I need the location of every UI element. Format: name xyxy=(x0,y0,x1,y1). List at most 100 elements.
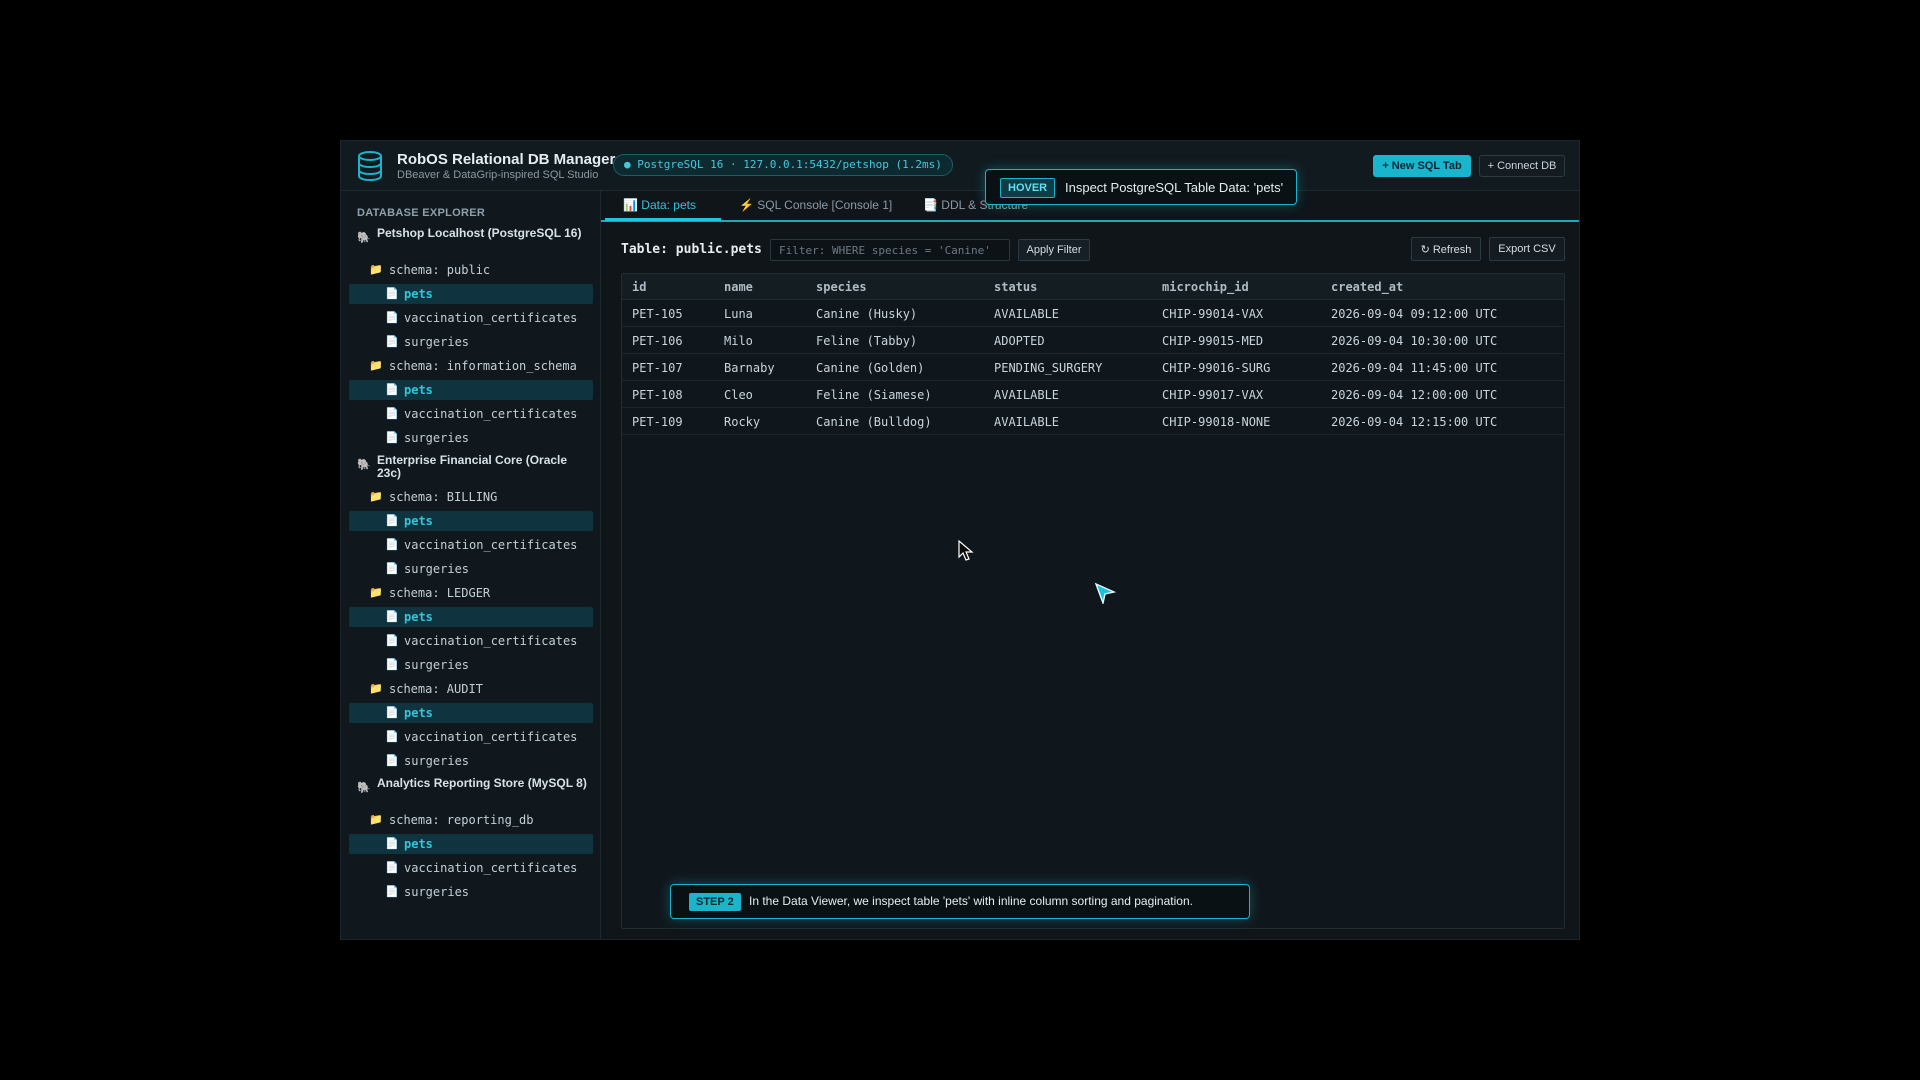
folder-icon: 📁 xyxy=(369,491,383,503)
new-sql-tab-button[interactable]: + New SQL Tab xyxy=(1373,155,1471,177)
cell-created-at[interactable]: 2026-09-04 11:45:00 UTC xyxy=(1331,361,1497,375)
cell-status[interactable]: AVAILABLE xyxy=(994,415,1059,429)
elephant-icon: 🐘 xyxy=(357,232,371,244)
table-node-pets[interactable]: 📄 pets xyxy=(349,607,593,627)
cell-species[interactable]: Feline (Tabby) xyxy=(816,334,917,348)
cell-species[interactable]: Canine (Bulldog) xyxy=(816,415,932,429)
file-icon: 📄 xyxy=(385,707,399,719)
table-node-pets[interactable]: 📄 pets xyxy=(349,380,593,400)
cell-species[interactable]: Canine (Golden) xyxy=(816,361,924,375)
cell-species[interactable]: Canine (Husky) xyxy=(816,307,917,321)
table-label: pets xyxy=(404,514,433,528)
cell-name[interactable]: Cleo xyxy=(724,388,753,402)
lightning-icon: ⚡ xyxy=(739,198,758,212)
cell-created-at[interactable]: 2026-09-04 09:12:00 UTC xyxy=(1331,307,1497,321)
schema-node[interactable]: 📁 schema: LEDGER xyxy=(349,583,593,603)
schema-node[interactable]: 📁 schema: reporting_db xyxy=(349,810,593,830)
table-node-surgeries[interactable]: 📄 surgeries xyxy=(349,882,593,902)
table-node-vaccination-certificates[interactable]: 📄 vaccination_certificates xyxy=(349,727,593,747)
cell-status[interactable]: PENDING_SURGERY xyxy=(994,361,1102,375)
file-icon: 📄 xyxy=(385,288,399,300)
database-icon xyxy=(358,151,382,182)
table-label: surgeries xyxy=(404,431,470,445)
table-row[interactable]: PET-108 Cleo Feline (Siamese) AVAILABLE CHIP… xyxy=(622,381,1564,408)
column-header-id[interactable]: id xyxy=(632,280,646,294)
table-row[interactable]: PET-107 Barnaby Canine (Golden) PENDING_SUR… xyxy=(622,354,1564,381)
column-header-created-at[interactable]: created_at xyxy=(1331,280,1403,294)
table-name-label: Table: public.pets xyxy=(621,242,762,257)
cell-created-at[interactable]: 2026-09-04 10:30:00 UTC xyxy=(1331,334,1497,348)
table-node-vaccination-certificates[interactable]: 📄 vaccination_certificates xyxy=(349,535,593,555)
connect-db-button[interactable]: + Connect DB xyxy=(1479,155,1565,177)
table-node-surgeries[interactable]: 📄 surgeries xyxy=(349,332,593,352)
tab-sql-console[interactable]: ⚡ SQL Console [Console 1] xyxy=(739,198,892,220)
table-node-vaccination-certificates[interactable]: 📄 vaccination_certificates xyxy=(349,631,593,651)
cell-microchip-id[interactable]: CHIP-99017-VAX xyxy=(1162,388,1263,402)
file-icon: 📄 xyxy=(385,659,399,671)
cell-id[interactable]: PET-107 xyxy=(632,361,683,375)
table-node-surgeries[interactable]: 📄 surgeries xyxy=(349,428,593,448)
cell-name[interactable]: Rocky xyxy=(724,415,760,429)
schema-node[interactable]: 📁 schema: information_schema xyxy=(349,356,593,376)
agent-cursor-icon xyxy=(1094,582,1116,604)
cell-id[interactable]: PET-108 xyxy=(632,388,683,402)
table-node-surgeries[interactable]: 📄 surgeries xyxy=(349,751,593,771)
table-label: vaccination_certificates xyxy=(404,407,578,421)
cell-status[interactable]: ADOPTED xyxy=(994,334,1045,348)
cell-name[interactable]: Barnaby xyxy=(724,361,775,375)
table-node-vaccination-certificates[interactable]: 📄 vaccination_certificates xyxy=(349,858,593,878)
filter-input[interactable] xyxy=(770,239,1010,261)
cell-status[interactable]: AVAILABLE xyxy=(994,307,1059,321)
column-header-microchip-id[interactable]: microchip_id xyxy=(1162,280,1249,294)
cell-name[interactable]: Luna xyxy=(724,307,753,321)
cell-id[interactable]: PET-106 xyxy=(632,334,683,348)
table-label: vaccination_certificates xyxy=(404,634,578,648)
refresh-button[interactable]: ↻ Refresh xyxy=(1411,237,1481,261)
hover-badge: HOVER xyxy=(1000,178,1056,198)
table-node-pets[interactable]: 📄 pets xyxy=(349,511,593,531)
table-node-pets[interactable]: 📄 pets xyxy=(349,703,593,723)
cell-id[interactable]: PET-105 xyxy=(632,307,683,321)
hover-tooltip-text: Inspect PostgreSQL Table Data: 'pets' xyxy=(1065,180,1284,195)
schema-node[interactable]: 📁 schema: BILLING xyxy=(349,487,593,507)
bar-chart-icon: 📊 xyxy=(623,198,642,212)
column-header-species[interactable]: species xyxy=(816,280,867,294)
cell-microchip-id[interactable]: CHIP-99015-MED xyxy=(1162,334,1263,348)
connection-node[interactable]: 🐘 Petshop Localhost (PostgreSQL 16) xyxy=(349,227,593,255)
elephant-icon: 🐘 xyxy=(357,782,371,794)
table-node-surgeries[interactable]: 📄 surgeries xyxy=(349,655,593,675)
table-label: vaccination_certificates xyxy=(404,861,578,875)
connection-node[interactable]: 🐘 Enterprise Financial Core (Oracle 23c) xyxy=(349,454,593,482)
file-icon: 📄 xyxy=(385,384,399,396)
export-csv-button[interactable]: Export CSV xyxy=(1489,237,1565,261)
tab-data-pets[interactable]: 📊 Data: pets xyxy=(623,198,696,220)
cell-status[interactable]: AVAILABLE xyxy=(994,388,1059,402)
file-icon: 📄 xyxy=(385,515,399,527)
table-node-pets[interactable]: 📄 pets xyxy=(349,834,593,854)
connection-status-badge[interactable]: ● PostgreSQL 16 · 127.0.0.1:5432/petshop… xyxy=(613,154,953,176)
column-header-name[interactable]: name xyxy=(724,280,753,294)
cell-id[interactable]: PET-109 xyxy=(632,415,683,429)
cell-microchip-id[interactable]: CHIP-99016-SURG xyxy=(1162,361,1270,375)
schema-node[interactable]: 📁 schema: public xyxy=(349,260,593,280)
cell-name[interactable]: Milo xyxy=(724,334,753,348)
column-header-status[interactable]: status xyxy=(994,280,1037,294)
cell-created-at[interactable]: 2026-09-04 12:00:00 UTC xyxy=(1331,388,1497,402)
table-row[interactable]: PET-109 Rocky Canine (Bulldog) AVAILABLE CHI… xyxy=(622,408,1564,435)
apply-filter-button[interactable]: Apply Filter xyxy=(1018,239,1090,261)
cell-created-at[interactable]: 2026-09-04 12:15:00 UTC xyxy=(1331,415,1497,429)
table-label: pets xyxy=(404,837,433,851)
table-node-pets[interactable]: 📄 pets xyxy=(349,284,593,304)
table-node-vaccination-certificates[interactable]: 📄 vaccination_certificates xyxy=(349,404,593,424)
cell-microchip-id[interactable]: CHIP-99018-NONE xyxy=(1162,415,1270,429)
connection-node[interactable]: 🐘 Analytics Reporting Store (MySQL 8) xyxy=(349,777,593,805)
document-icon: 📑 xyxy=(923,198,942,212)
table-row[interactable]: PET-106 Milo Feline (Tabby) ADOPTED CHIP-990… xyxy=(622,327,1564,354)
schema-node[interactable]: 📁 schema: AUDIT xyxy=(349,679,593,699)
cell-microchip-id[interactable]: CHIP-99014-VAX xyxy=(1162,307,1263,321)
cell-species[interactable]: Feline (Siamese) xyxy=(816,388,932,402)
table-row[interactable]: PET-105 Luna Canine (Husky) AVAILABLE CHIP-9… xyxy=(622,300,1564,327)
active-tab-indicator xyxy=(605,218,721,221)
table-node-surgeries[interactable]: 📄 surgeries xyxy=(349,559,593,579)
table-node-vaccination-certificates[interactable]: 📄 vaccination_certificates xyxy=(349,308,593,328)
